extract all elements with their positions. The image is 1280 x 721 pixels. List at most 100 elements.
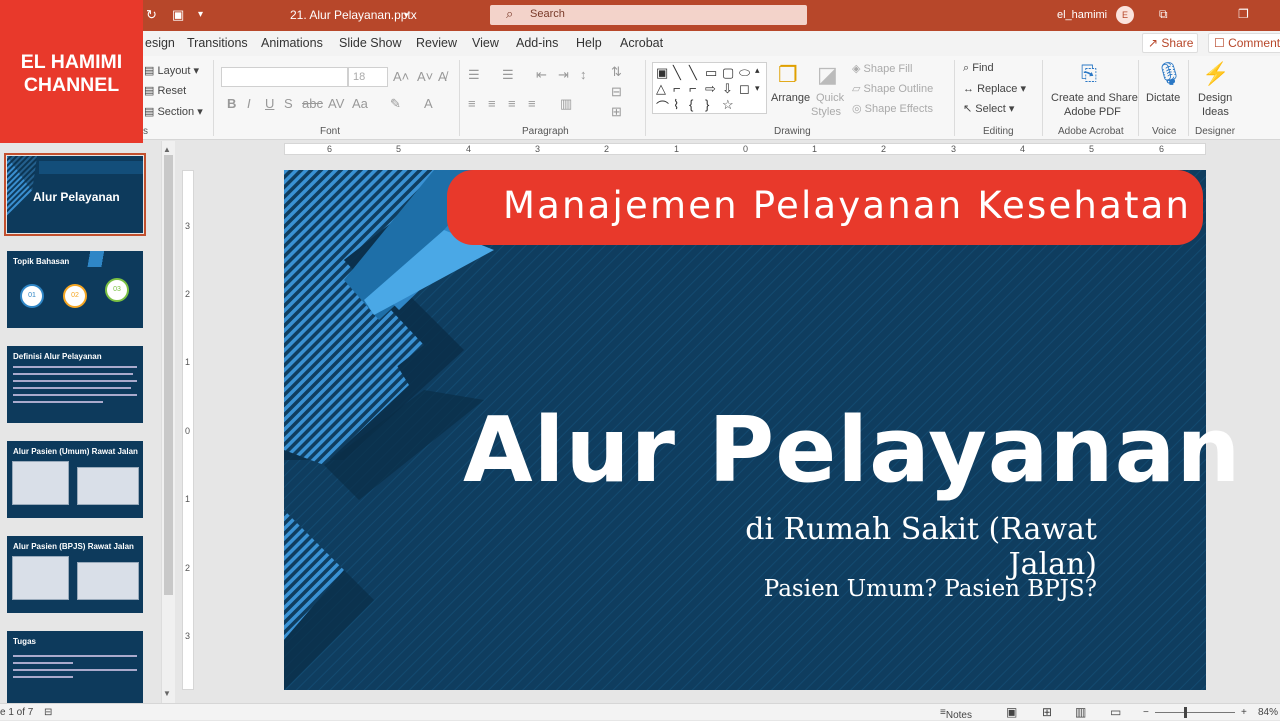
textbox-shape-icon[interactable]: ▣ xyxy=(656,65,668,81)
gallery-scroll-icon[interactable]: ▴ xyxy=(755,65,760,76)
shape-outline-button[interactable]: ▱ Shape Outline xyxy=(852,82,933,95)
line-shape-icon[interactable]: ╲ xyxy=(673,65,681,81)
highlight-icon[interactable]: ✎ xyxy=(390,96,401,112)
text-direction-icon[interactable]: ⇅ xyxy=(611,64,622,80)
slide-thumbnail[interactable]: Definisi Alur Pelayanan xyxy=(7,346,143,423)
slide-thumbnail[interactable]: Alur Pasien (BPJS) Rawat Jalan xyxy=(7,536,143,613)
slide-thumbnail[interactable]: Topik Bahasan 01 02 03 xyxy=(7,251,143,328)
rounded-rect-shape-icon[interactable]: ▢ xyxy=(722,65,734,81)
thumbnail-scrollbar[interactable]: ▲ ▼ xyxy=(161,141,175,703)
tab-slide-show[interactable]: Slide Show xyxy=(339,36,402,50)
freeform-shape-icon[interactable]: ⌇ xyxy=(673,97,679,113)
connector-shape-icon[interactable]: ⌐ xyxy=(673,81,681,96)
tab-transitions[interactable]: Transitions xyxy=(187,36,248,50)
slide-sorter-icon[interactable]: ⊞ xyxy=(1042,705,1052,719)
user-name[interactable]: el_hamimi xyxy=(1057,9,1107,21)
shadow-icon[interactable]: S xyxy=(284,96,293,111)
change-case-icon[interactable]: Aa xyxy=(352,96,368,111)
accessibility-icon[interactable]: ⊟ xyxy=(44,707,52,718)
decrease-indent-icon[interactable]: ⇤ xyxy=(536,67,547,83)
normal-view-icon[interactable]: ▣ xyxy=(1006,705,1017,719)
bullets-icon[interactable]: ☰ xyxy=(468,67,480,83)
section-button[interactable]: ▤ Section ▾ xyxy=(144,105,203,118)
quick-styles-button-line1[interactable]: Quick xyxy=(816,92,844,104)
tab-view[interactable]: View xyxy=(472,36,499,50)
document-title[interactable]: 21. Alur Pelayanan.pptx xyxy=(290,8,417,22)
rectangle-shape-icon[interactable]: ▭ xyxy=(705,65,717,81)
align-left-icon[interactable]: ≡ xyxy=(468,96,476,111)
arrow-right-shape-icon[interactable]: ⇨ xyxy=(705,81,716,97)
zoom-slider-track[interactable] xyxy=(1155,712,1235,713)
brace-shape-icon[interactable]: } xyxy=(705,97,709,112)
design-ideas-button-line1[interactable]: Design xyxy=(1198,92,1232,104)
slide-title[interactable]: Alur Pelayanan xyxy=(463,398,1241,503)
scrollbar-thumb[interactable] xyxy=(164,155,173,595)
avatar[interactable]: E xyxy=(1116,6,1134,24)
font-color-icon[interactable]: A xyxy=(424,96,433,111)
justify-icon[interactable]: ≡ xyxy=(528,96,536,111)
chevron-down-icon[interactable]: ▾ xyxy=(404,10,409,21)
customize-toolbar-icon[interactable]: ▾ xyxy=(198,9,203,20)
align-text-icon[interactable]: ⊟ xyxy=(611,84,622,100)
shrink-font-icon[interactable]: A˅ xyxy=(417,69,433,84)
comments-button[interactable]: ☐ Comment xyxy=(1208,33,1280,53)
font-name-input[interactable] xyxy=(221,67,348,87)
line-shape-icon[interactable]: ╲ xyxy=(689,65,697,81)
select-button[interactable]: ↖ Select ▾ xyxy=(963,102,1014,115)
share-button[interactable]: ↗ Share xyxy=(1142,33,1198,53)
shape-fill-button[interactable]: ◈ Shape Fill xyxy=(852,62,912,75)
connector-shape-icon[interactable]: ⌐ xyxy=(689,81,697,96)
redo-icon[interactable]: ↻ xyxy=(146,7,157,23)
triangle-shape-icon[interactable]: △ xyxy=(656,81,666,97)
slide-subtitle[interactable]: di Rumah Sakit (Rawat Jalan) xyxy=(671,512,1097,582)
tab-add-ins[interactable]: Add-ins xyxy=(516,36,558,50)
tab-review[interactable]: Review xyxy=(416,36,457,50)
scroll-up-icon[interactable]: ▲ xyxy=(163,145,171,154)
increase-indent-icon[interactable]: ⇥ xyxy=(558,67,569,83)
restore-icon[interactable]: ❐ xyxy=(1238,7,1249,21)
search-box[interactable]: ⌕ Search xyxy=(490,5,807,25)
scroll-down-icon[interactable]: ▼ xyxy=(163,689,171,698)
font-size-input[interactable]: 18 xyxy=(348,67,388,87)
clear-format-icon[interactable]: A̸ xyxy=(438,69,447,84)
tab-design[interactable]: esign xyxy=(145,36,175,50)
align-center-icon[interactable]: ≡ xyxy=(488,96,496,111)
notes-button[interactable]: ≡ Notes xyxy=(940,707,972,721)
slide-thumbnail[interactable]: Alur Pelayanan xyxy=(4,153,146,236)
tab-animations[interactable]: Animations xyxy=(261,36,323,50)
slide-banner[interactable]: Manajemen Pelayanan Kesehatan xyxy=(447,170,1203,245)
arrow-down-shape-icon[interactable]: ⇩ xyxy=(722,81,733,97)
line-spacing-icon[interactable]: ↕ xyxy=(580,67,587,82)
gallery-scroll-icon[interactable]: ▾ xyxy=(755,83,760,94)
layout-button[interactable]: ▤ Layout ▾ xyxy=(144,64,199,77)
start-from-beginning-icon[interactable]: ▣ xyxy=(172,7,184,23)
slide-subtitle-2[interactable]: Pasien Umum? Pasien BPJS? xyxy=(700,576,1097,602)
shapes-gallery[interactable]: ▣ ╲ ╲ ▭ ▢ ⬭ △ ⌐ ⌐ ⇨ ⇩ ◻ ⌒ ⌇ { } ☆ ▴ ▾ xyxy=(652,62,767,116)
bold-icon[interactable]: B xyxy=(227,96,236,111)
reading-view-icon[interactable]: ▥ xyxy=(1075,705,1086,719)
columns-icon[interactable]: ▥ xyxy=(560,96,572,112)
quick-styles-button-line2[interactable]: Styles xyxy=(811,106,841,118)
callout-shape-icon[interactable]: ◻ xyxy=(739,81,750,97)
strikethrough-icon[interactable]: abc xyxy=(302,96,323,111)
align-right-icon[interactable]: ≡ xyxy=(508,96,516,111)
brace-shape-icon[interactable]: { xyxy=(689,97,693,112)
curve-shape-icon[interactable]: ⌒ xyxy=(656,97,669,116)
zoom-slider-thumb[interactable] xyxy=(1184,707,1187,718)
create-pdf-button-line2[interactable]: Adobe PDF xyxy=(1064,106,1121,118)
replace-button[interactable]: ↔ Replace ▾ xyxy=(963,82,1026,95)
zoom-out-icon[interactable]: − xyxy=(1143,707,1149,718)
shape-effects-button[interactable]: ◎ Shape Effects xyxy=(852,102,933,115)
create-pdf-button-line1[interactable]: Create and Share xyxy=(1051,92,1138,104)
grow-font-icon[interactable]: A˄ xyxy=(393,69,409,84)
reset-button[interactable]: ▤ Reset xyxy=(144,84,186,97)
zoom-in-icon[interactable]: + xyxy=(1241,707,1247,718)
slideshow-icon[interactable]: ▭ xyxy=(1110,705,1121,719)
oval-shape-icon[interactable]: ⬭ xyxy=(739,65,750,81)
tab-acrobat[interactable]: Acrobat xyxy=(620,36,663,50)
find-button[interactable]: ⌕ Find xyxy=(963,62,994,75)
char-spacing-icon[interactable]: AV xyxy=(328,96,344,111)
design-ideas-button-line2[interactable]: Ideas xyxy=(1202,106,1229,118)
ribbon-display-icon[interactable]: ⧉ xyxy=(1159,7,1168,22)
zoom-level[interactable]: 84% xyxy=(1258,707,1278,718)
